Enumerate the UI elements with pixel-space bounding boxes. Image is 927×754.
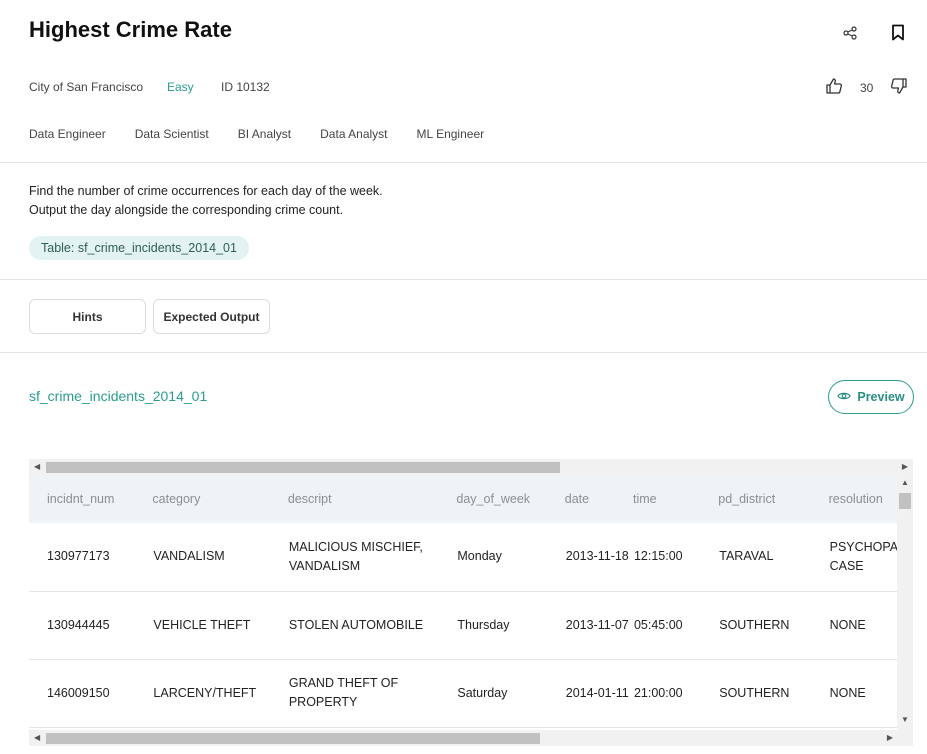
table-pill[interactable]: Table: sf_crime_incidents_2014_01 [29, 236, 249, 260]
table-row: 130944445 VEHICLE THEFT STOLEN AUTOMOBIL… [29, 591, 897, 659]
difficulty-label: Easy [167, 80, 194, 94]
column-header: day_of_week [456, 492, 531, 506]
page-title: Highest Crime Rate [29, 17, 232, 42]
question-description: Find the number of crime occurrences for… [29, 182, 383, 220]
scroll-right-icon[interactable]: ▶ [902, 462, 908, 471]
table-cell: NONE [829, 617, 866, 632]
table-cell: Saturday [457, 685, 508, 700]
table-header-row: incidnt_num category descript day_of_wee… [29, 475, 897, 523]
role-tag[interactable]: Data Scientist [135, 127, 209, 141]
table-cell: 2013-11-18 [565, 549, 629, 564]
table-cell: SOUTHERN [719, 685, 790, 700]
table-row: 146009150 LARCENY/THEFT GRAND THEFT OF P… [29, 659, 897, 727]
column-header: resolution [828, 492, 883, 506]
divider [0, 279, 927, 280]
table-cell: VEHICLE THEFT [153, 617, 251, 632]
scrollbar-thumb[interactable] [46, 462, 560, 473]
table-cell: 2014-01-11 [565, 685, 629, 700]
table-cell: 21:00:00 [633, 685, 683, 700]
table-cell: STOLEN AUTOMOBILE [288, 617, 424, 632]
dataset-name[interactable]: sf_crime_incidents_2014_01 [29, 388, 207, 404]
scroll-left-icon[interactable]: ◀ [34, 733, 40, 742]
table-cell: LARCENY/THEFT [153, 685, 257, 700]
role-tags: Data Engineer Data Scientist BI Analyst … [29, 127, 513, 141]
table-cell: TARAVAL [719, 549, 774, 564]
vertical-scrollbar[interactable]: ▲ ▼ [897, 475, 913, 730]
divider [0, 162, 927, 163]
table-row: 130977173 VANDALISM MALICIOUS MISCHIEF, … [29, 523, 897, 591]
column-header: date [564, 492, 590, 506]
role-tag[interactable]: BI Analyst [238, 127, 291, 141]
role-tag[interactable]: Data Engineer [29, 127, 106, 141]
scroll-left-icon[interactable]: ◀ [34, 462, 40, 471]
table-cell: VANDALISM [153, 549, 225, 564]
scrollbar-thumb[interactable] [46, 733, 540, 744]
horizontal-scrollbar-bottom[interactable]: ◀ ▶ [29, 730, 913, 746]
expected-output-button[interactable]: Expected Output [153, 299, 270, 334]
company-label[interactable]: City of San Francisco [29, 80, 143, 94]
table-cell: 130977173 [47, 549, 110, 564]
column-header: time [632, 492, 657, 506]
like-count: 30 [860, 81, 874, 95]
role-tag[interactable]: Data Analyst [320, 127, 387, 141]
share-icon[interactable] [836, 19, 864, 47]
table-cell: 130944445 [47, 617, 110, 632]
table-cell: 12:15:00 [633, 549, 683, 564]
table-cell: 05:45:00 [633, 617, 683, 632]
eye-icon [837, 390, 852, 404]
thumbs-down-icon[interactable] [890, 77, 908, 95]
scroll-right-icon[interactable]: ▶ [887, 733, 893, 742]
column-header: pd_district [718, 492, 776, 506]
description-line: Output the day alongside the correspondi… [29, 203, 344, 217]
scrollbar-thumb[interactable] [899, 493, 911, 509]
description-line: Find the number of crime occurrences for… [29, 184, 383, 198]
table-cell: PSYCHOPATHIC CASE [829, 539, 897, 573]
table-cell: SOUTHERN [719, 617, 790, 632]
table-cell: 146009150 [47, 685, 110, 700]
data-table: incidnt_num category descript day_of_wee… [29, 475, 897, 730]
table-cell: MALICIOUS MISCHIEF, VANDALISM [288, 539, 423, 573]
table-cell: NONE [829, 685, 866, 700]
divider [0, 352, 927, 353]
bookmark-icon[interactable] [884, 18, 912, 46]
preview-label: Preview [857, 390, 905, 404]
column-header: incidnt_num [47, 492, 115, 506]
table-cell: Monday [457, 549, 502, 564]
scroll-up-icon[interactable]: ▲ [901, 478, 909, 487]
column-header: category [152, 492, 201, 506]
hints-button[interactable]: Hints [29, 299, 146, 334]
table-cell: Thursday [457, 617, 510, 632]
thumbs-up-icon[interactable] [825, 77, 843, 95]
table-cell: GRAND THEFT OF PROPERTY [288, 676, 399, 709]
table-cell: 2013-11-07 [565, 617, 629, 632]
horizontal-scrollbar-top[interactable]: ◀ ▶ [29, 459, 913, 475]
question-id: ID 10132 [221, 80, 270, 94]
scroll-down-icon[interactable]: ▼ [901, 715, 909, 724]
role-tag[interactable]: ML Engineer [417, 127, 485, 141]
preview-button[interactable]: Preview [828, 380, 914, 414]
column-header: descript [287, 492, 332, 506]
